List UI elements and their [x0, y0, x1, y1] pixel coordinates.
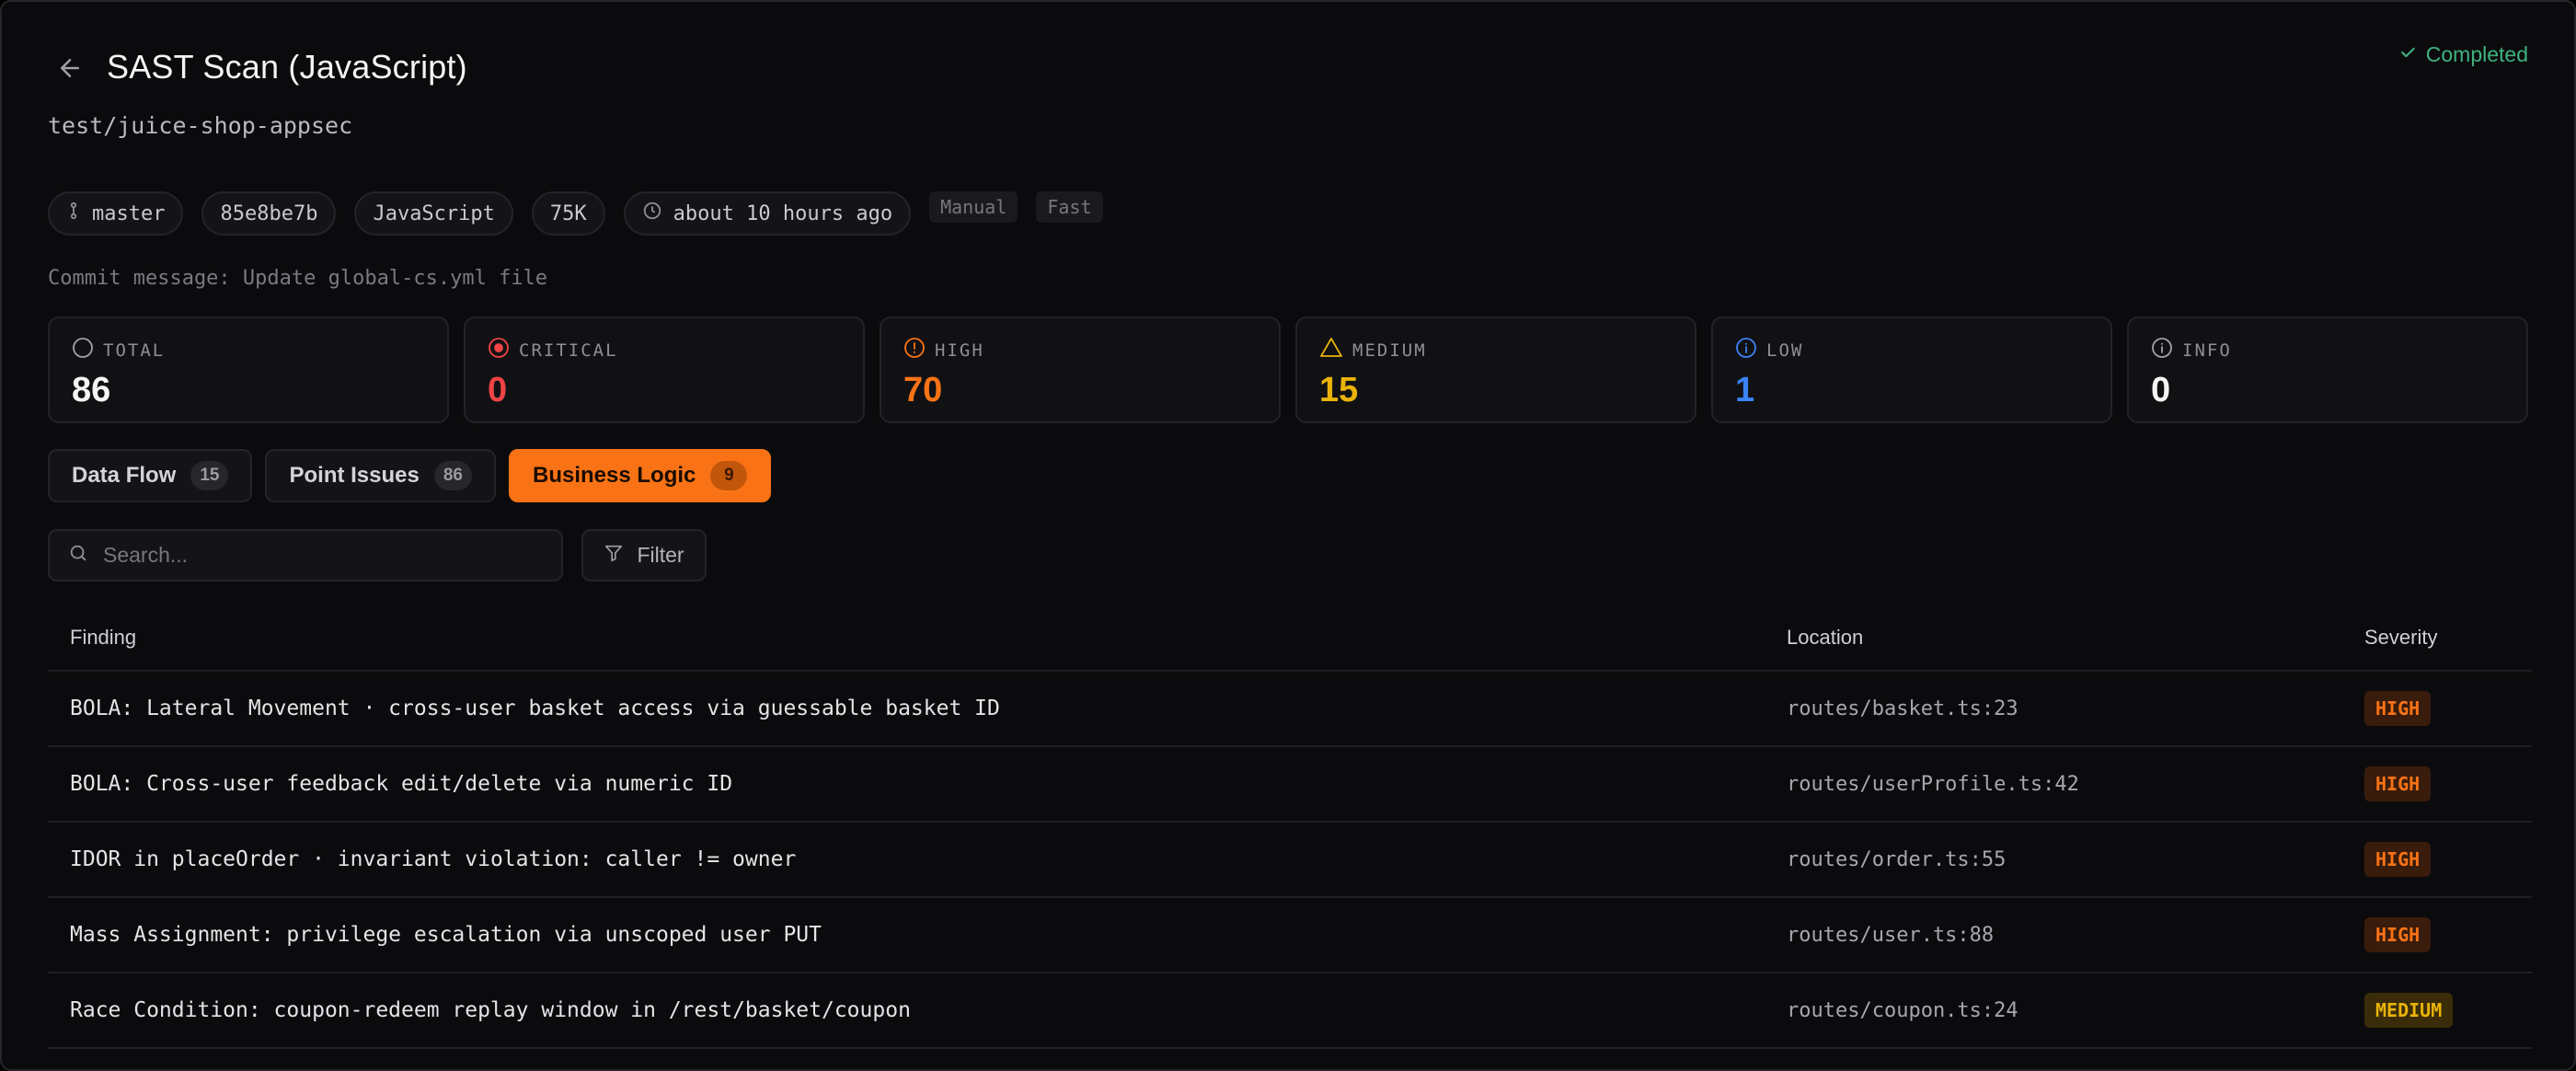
lines-label: 75K	[549, 202, 587, 225]
tab-label: Point Issues	[289, 463, 420, 488]
branch-label: master	[92, 202, 166, 225]
stat-label: MEDIUM	[1352, 340, 1427, 361]
stat-value: 86	[72, 371, 111, 409]
tab-count: 9	[710, 461, 748, 490]
finding-location: routes/coupon.ts:24	[1787, 998, 2018, 1022]
finding-location: routes/user.ts:88	[1787, 923, 1995, 947]
tab-count: 15	[190, 461, 229, 490]
stat-value: 15	[1319, 371, 1359, 409]
table-row[interactable]: Race Condition: coupon-redeem replay win…	[48, 973, 2532, 1049]
table-row[interactable]: IDOR in placeOrder · invariant violation…	[48, 823, 2532, 898]
table-header: Finding Location Severity	[48, 605, 2532, 672]
warning-triangle-icon	[1319, 337, 1343, 363]
finding-location: routes/order.ts:55	[1787, 847, 2007, 871]
finding-title: Race Condition: coupon-redeem replay win…	[70, 998, 911, 1022]
severity-badge: HIGH	[2364, 842, 2432, 877]
stat-info: INFO 0	[2127, 317, 2528, 423]
stat-label: TOTAL	[103, 340, 166, 361]
stat-low: LOW 1	[1711, 317, 2112, 423]
language-chip: JavaScript	[354, 191, 513, 236]
header-severity: Severity	[2364, 626, 2438, 649]
tab-point-issues[interactable]: Point Issues 86	[265, 449, 496, 502]
tab-label: Data Flow	[72, 463, 177, 488]
stat-value: 70	[903, 371, 943, 409]
finding-title: Mass Assignment: privilege escalation vi…	[70, 923, 822, 947]
info-circle-icon	[1735, 337, 1757, 363]
branch-chip: master	[48, 191, 184, 236]
stat-medium: MEDIUM 15	[1295, 317, 1696, 423]
severity-stats: TOTAL 86 CRITICAL 0 HIGH 70 MEDIUM 15 LO…	[48, 317, 2528, 423]
header-location: Location	[1787, 626, 1864, 649]
stat-total: TOTAL 86	[48, 317, 449, 423]
status-badge: Completed	[2398, 42, 2528, 67]
finding-location: routes/basket.ts:23	[1787, 697, 2018, 720]
search-icon	[68, 543, 88, 568]
app-window: SAST Scan (JavaScript) test/juice-shop-a…	[0, 0, 2576, 1071]
tab-business-logic[interactable]: Business Logic 9	[509, 449, 772, 502]
stat-label: INFO	[2182, 340, 2232, 361]
finding-title: BOLA: Cross-user feedback edit/delete vi…	[70, 772, 733, 796]
severity-badge: HIGH	[2364, 766, 2432, 801]
findings-table: Finding Location Severity BOLA: Lateral …	[48, 605, 2532, 1049]
status-label: Completed	[2425, 42, 2528, 66]
back-arrow-icon[interactable]	[53, 52, 86, 85]
tag-manual: Manual	[929, 191, 1018, 223]
git-branch-icon	[66, 202, 81, 225]
finding-tabs: Data Flow 15 Point Issues 86 Business Lo…	[48, 449, 772, 502]
stat-high: HIGH 70	[880, 317, 1281, 423]
table-row[interactable]: BOLA: Cross-user feedback edit/delete vi…	[48, 747, 2532, 823]
tab-data-flow[interactable]: Data Flow 15	[48, 449, 253, 502]
stat-label: LOW	[1766, 340, 1804, 361]
lines-chip: 75K	[531, 191, 605, 236]
target-icon	[488, 337, 510, 363]
stat-value: 0	[2151, 371, 2171, 409]
filter-button[interactable]: Filter	[581, 529, 707, 582]
info-circle-icon	[2151, 337, 2173, 363]
repo-name: test/juice-shop-appsec	[48, 112, 353, 139]
circle-icon	[72, 337, 94, 363]
finding-title: BOLA: Lateral Movement · cross-user bask…	[70, 697, 1000, 720]
check-icon	[2398, 42, 2417, 67]
filter-label: Filter	[637, 543, 684, 567]
alert-circle-icon	[903, 337, 926, 363]
stat-critical: CRITICAL 0	[464, 317, 865, 423]
page-title: SAST Scan (JavaScript)	[107, 48, 467, 86]
severity-badge: HIGH	[2364, 691, 2432, 726]
filter-icon	[604, 543, 624, 569]
stat-value: 1	[1735, 371, 1755, 409]
table-row[interactable]: Mass Assignment: privilege escalation vi…	[48, 898, 2532, 973]
tab-count: 86	[433, 461, 472, 490]
commit-hash: 85e8be7b	[220, 202, 318, 225]
clock-icon	[642, 201, 662, 226]
tag-fast: Fast	[1036, 191, 1103, 223]
severity-badge: HIGH	[2364, 917, 2432, 952]
stat-label: CRITICAL	[519, 340, 618, 361]
finding-title: IDOR in placeOrder · invariant violation…	[70, 847, 797, 871]
stat-label: HIGH	[935, 340, 984, 361]
language-label: JavaScript	[373, 202, 495, 225]
finding-location: routes/userProfile.ts:42	[1787, 772, 2079, 796]
header-finding: Finding	[70, 626, 137, 649]
tab-label: Business Logic	[533, 463, 696, 488]
severity-badge: MEDIUM	[2364, 993, 2454, 1028]
commit-chip: 85e8be7b	[201, 191, 337, 236]
table-row[interactable]: BOLA: Lateral Movement · cross-user bask…	[48, 672, 2532, 747]
time-chip: about 10 hours ago	[623, 191, 912, 236]
time-label: about 10 hours ago	[673, 202, 893, 225]
commit-message: Commit message: Update global-cs.yml fil…	[48, 267, 548, 290]
scan-meta: master 85e8be7b JavaScript 75K about 10 …	[48, 191, 1103, 236]
search-input[interactable]	[103, 543, 543, 568]
search-box	[48, 529, 563, 582]
stat-value: 0	[488, 371, 508, 409]
